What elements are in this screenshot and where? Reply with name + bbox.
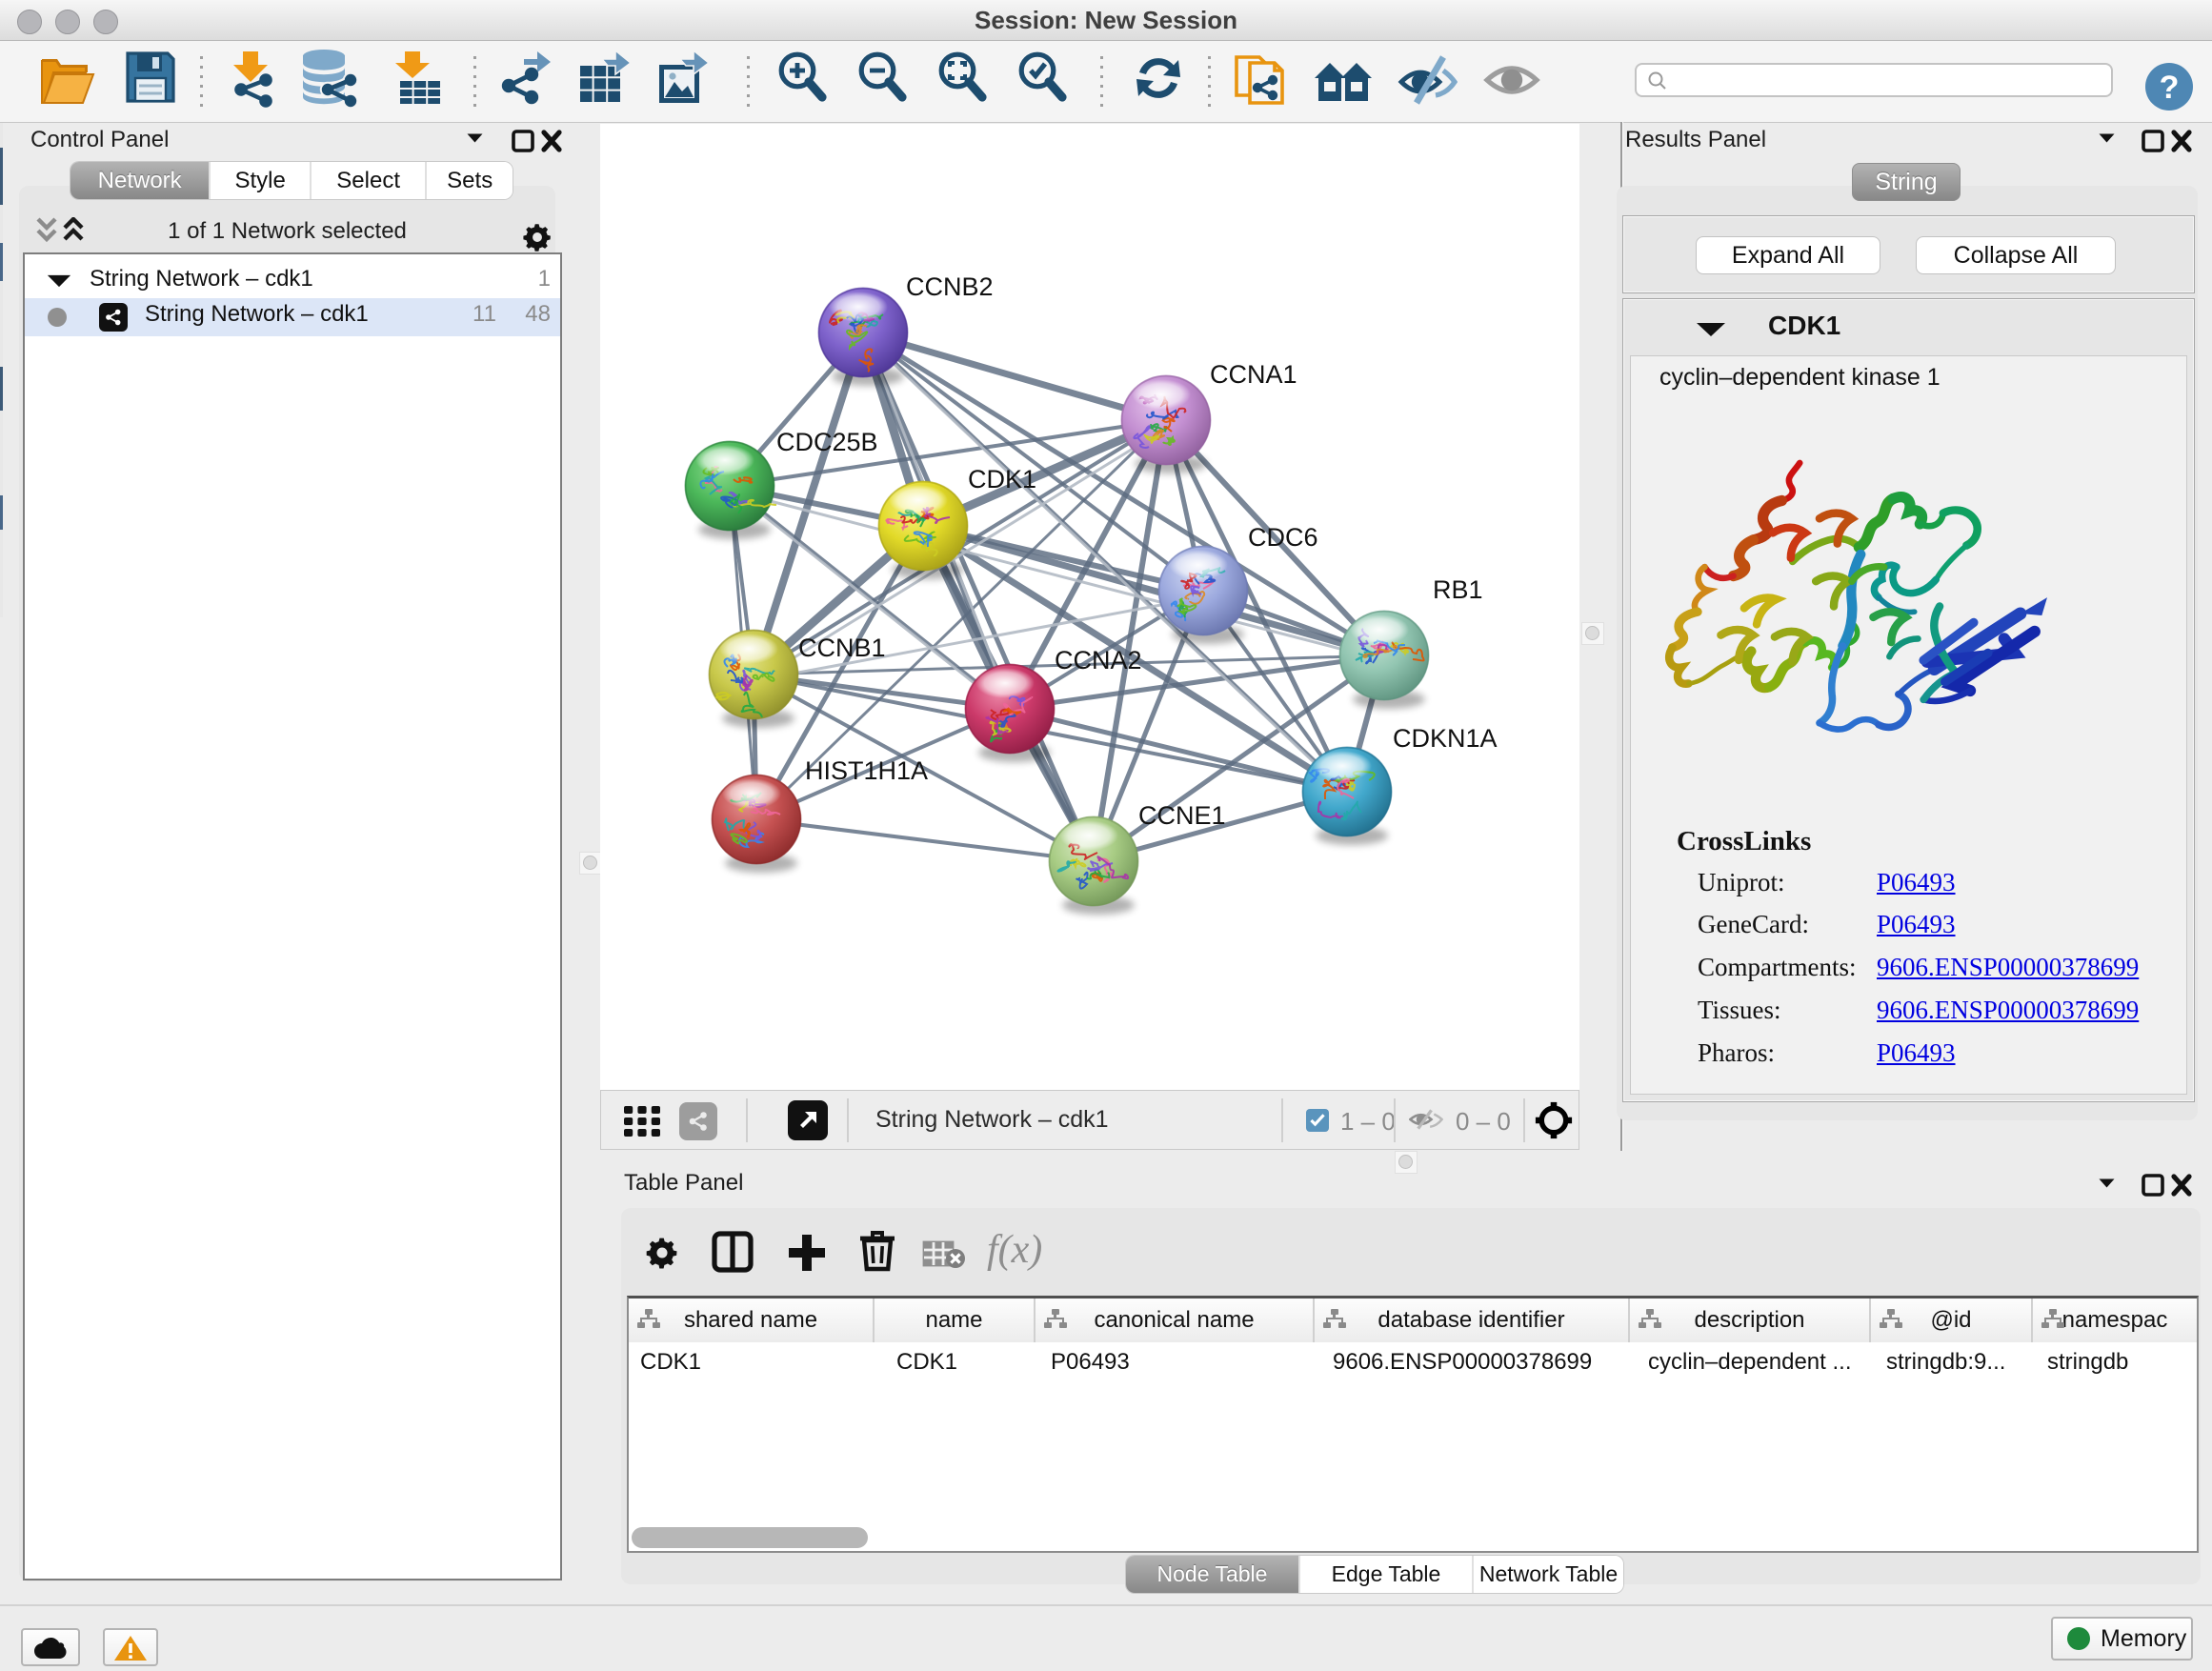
svg-text:CCNA2: CCNA2: [1055, 646, 1142, 674]
svg-text:CCNA1: CCNA1: [1210, 360, 1297, 389]
svg-text:CDK1: CDK1: [968, 465, 1036, 493]
svg-text:HIST1H1A: HIST1H1A: [805, 756, 928, 785]
svg-text:CCNB1: CCNB1: [798, 634, 886, 662]
svg-text:CDC6: CDC6: [1248, 523, 1318, 552]
svg-text:CCNE1: CCNE1: [1138, 801, 1226, 830]
svg-text:CDKN1A: CDKN1A: [1393, 724, 1498, 753]
svg-text:RB1: RB1: [1433, 575, 1483, 604]
svg-text:CCNB2: CCNB2: [906, 272, 994, 301]
svg-text:CDC25B: CDC25B: [776, 428, 878, 456]
svg-text:?: ?: [2160, 70, 2180, 106]
